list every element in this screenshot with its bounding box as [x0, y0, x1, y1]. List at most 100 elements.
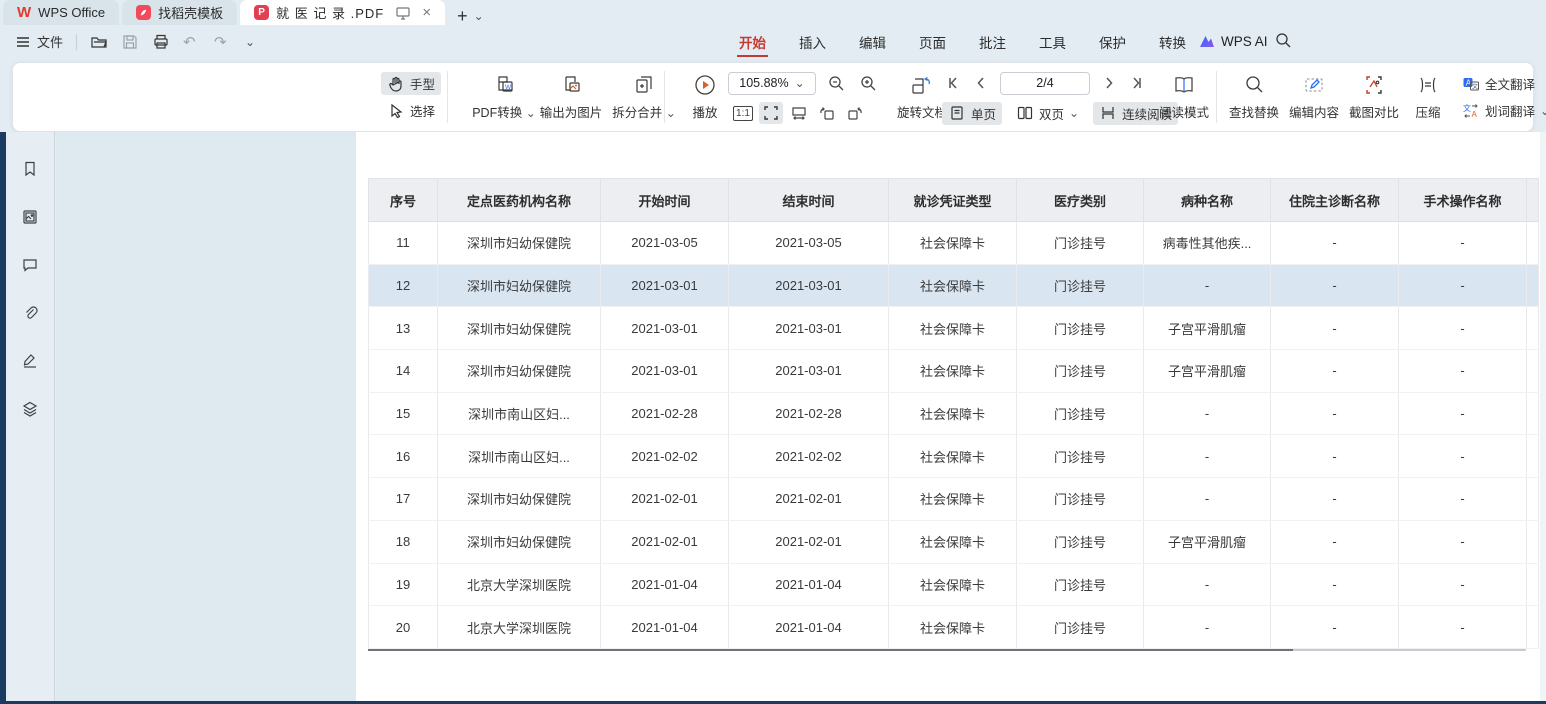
zoom-out-button[interactable] — [824, 72, 848, 94]
table-cell: 门诊挂号 — [1017, 435, 1144, 478]
bookmark-icon — [21, 160, 39, 178]
double-page-button[interactable]: 双页 ⌄ — [1010, 102, 1085, 125]
vertical-scrollbar[interactable] — [1540, 132, 1546, 701]
hand-icon — [387, 75, 405, 93]
wps-ai-label: WPS AI — [1221, 34, 1268, 49]
page-indicator[interactable]: 2/4 — [1000, 72, 1090, 95]
screenshot-compare-button[interactable]: 截图对比 — [1345, 63, 1403, 131]
table-row: 20北京大学深圳医院2021-01-042021-01-04社会保障卡门诊挂号-… — [369, 606, 1539, 649]
document-viewport[interactable]: 序号定点医药机构名称开始时间结束时间就诊凭证类型医疗类别病种名称住院主诊断名称手… — [356, 132, 1540, 701]
thumbnails-panel-button[interactable] — [17, 204, 43, 230]
compress-button[interactable]: 压缩 — [1409, 63, 1447, 131]
select-tool-button[interactable]: 选择 — [381, 99, 441, 122]
table-cell: - — [1399, 392, 1527, 435]
output-image-button[interactable]: 输出为图片 — [533, 63, 609, 131]
redo-icon[interactable]: ↷ — [214, 33, 232, 51]
zoom-in-button[interactable] — [856, 72, 880, 94]
next-page-button[interactable] — [1100, 74, 1118, 92]
rotate-left-icon — [818, 104, 836, 122]
document-title: 就 医 记 录 .PDF — [276, 3, 384, 22]
edit-content-button[interactable]: 编辑内容 — [1285, 63, 1343, 131]
pdf-convert-button[interactable]: W PDF转换 ⌄ — [471, 63, 537, 131]
menu-search-icon[interactable] — [1274, 31, 1292, 49]
tab-document-pdf[interactable]: P 就 医 记 录 .PDF × — [240, 0, 445, 25]
qat-dropdown-icon[interactable]: ⌄ — [245, 35, 255, 49]
edit-content-icon — [1302, 73, 1326, 97]
read-mode-button[interactable]: 阅读模式 — [1155, 63, 1213, 131]
table-cell: 13 — [369, 307, 438, 350]
last-page-button[interactable] — [1128, 74, 1146, 92]
new-tab-icon[interactable]: + — [457, 7, 468, 25]
split-merge-label: 拆分合并 — [612, 106, 662, 120]
rotate-right-button[interactable] — [843, 102, 867, 124]
hand-tool-button[interactable]: 手型 — [381, 72, 441, 95]
open-file-icon[interactable] — [90, 33, 108, 51]
actual-size-button[interactable]: 1:1 — [731, 102, 755, 124]
save-icon[interactable] — [121, 33, 139, 51]
table-cell: 社会保障卡 — [889, 222, 1017, 265]
play-button[interactable]: 播放 — [681, 63, 729, 131]
table-cell: 2021-02-01 — [729, 520, 889, 563]
find-replace-label: 查找替换 — [1229, 102, 1279, 121]
table-cell: - — [1271, 264, 1399, 307]
table-cell: 门诊挂号 — [1017, 392, 1144, 435]
menu-item-4[interactable]: 批注 — [977, 26, 1008, 58]
undo-icon[interactable]: ↶ — [183, 33, 201, 51]
chevron-down-icon: ⌄ — [795, 76, 805, 90]
fit-page-button[interactable] — [759, 102, 783, 124]
split-merge-button[interactable]: 拆分合并 ⌄ — [609, 63, 679, 131]
comments-panel-button[interactable] — [17, 252, 43, 278]
menu-item-7[interactable]: 转换 — [1157, 26, 1188, 58]
output-image-label: 输出为图片 — [540, 102, 603, 121]
table-cell — [1527, 350, 1539, 393]
table-cell: 子宫平滑肌瘤 — [1144, 350, 1271, 393]
full-translate-button[interactable]: A 文 全文翻译 — [1456, 72, 1546, 95]
zoom-level-select[interactable]: 105.88% ⌄ — [728, 72, 816, 95]
fit-width-button[interactable] — [787, 102, 811, 124]
menu-item-3[interactable]: 页面 — [917, 26, 948, 58]
table-cell — [1527, 222, 1539, 265]
pdf-convert-label: PDF转换 — [472, 106, 522, 120]
signature-panel-button[interactable] — [17, 348, 43, 374]
table-cell: 2021-03-01 — [601, 307, 729, 350]
table-cell: 门诊挂号 — [1017, 264, 1144, 307]
table-cell: 2021-02-28 — [601, 392, 729, 435]
first-page-button[interactable] — [944, 74, 962, 92]
one-to-one-icon: 1:1 — [733, 106, 753, 121]
single-page-button[interactable]: 单页 — [942, 102, 1002, 125]
monitor-icon[interactable] — [394, 4, 412, 22]
menu-item-6[interactable]: 保护 — [1097, 26, 1128, 58]
close-tab-icon[interactable]: × — [422, 4, 431, 21]
print-icon[interactable] — [152, 33, 170, 51]
table-row: 11深圳市妇幼保健院2021-03-052021-03-05社会保障卡门诊挂号病… — [369, 222, 1539, 265]
tabs-dropdown-icon[interactable]: ⌄ — [474, 9, 484, 23]
attachments-panel-button[interactable] — [17, 300, 43, 326]
menu-item-1[interactable]: 插入 — [797, 26, 828, 58]
table-cell — [1527, 435, 1539, 478]
bookmarks-panel-button[interactable] — [17, 156, 43, 182]
previous-page-button[interactable] — [972, 74, 990, 92]
tab-docer-templates[interactable]: 找稻壳模板 — [122, 0, 237, 25]
tab-wps-home[interactable]: W WPS Office — [3, 0, 119, 25]
hand-tool-label: 手型 — [410, 74, 435, 93]
table-cell: 社会保障卡 — [889, 435, 1017, 478]
find-replace-button[interactable]: 查找替换 — [1225, 63, 1283, 131]
navigation-pane[interactable] — [56, 132, 356, 701]
svg-text:文: 文 — [1463, 103, 1471, 113]
file-menu-button[interactable]: 文件 — [14, 32, 63, 51]
menu-item-5[interactable]: 工具 — [1037, 26, 1068, 58]
word-translate-button[interactable]: 文A 划词翻译 ⌄ — [1456, 99, 1546, 122]
zoom-level-value: 105.88% — [739, 76, 788, 90]
table-cell: 19 — [369, 563, 438, 606]
table-cell: 深圳市妇幼保健院 — [438, 350, 601, 393]
table-cell: - — [1144, 606, 1271, 649]
menu-item-2[interactable]: 编辑 — [857, 26, 888, 58]
table-cell: 2021-01-04 — [729, 606, 889, 649]
table-cell: 门诊挂号 — [1017, 350, 1144, 393]
table-cell: - — [1144, 563, 1271, 606]
layers-panel-button[interactable] — [17, 396, 43, 422]
wps-ai-button[interactable]: WPS AI — [1198, 25, 1268, 58]
menu-item-0[interactable]: 开始 — [737, 26, 768, 58]
play-icon — [693, 73, 717, 97]
rotate-left-button[interactable] — [815, 102, 839, 124]
